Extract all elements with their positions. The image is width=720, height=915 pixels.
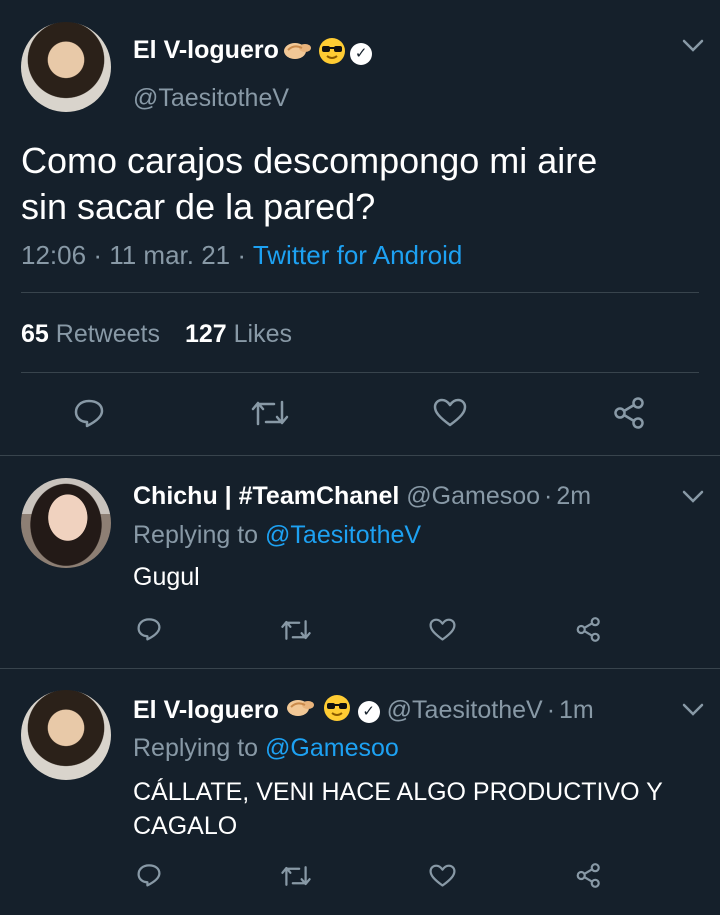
pinching-hand-emoji [283, 39, 313, 68]
author-avatar[interactable] [21, 690, 111, 780]
sunglasses-emoji [318, 37, 346, 70]
like-icon[interactable] [429, 864, 456, 888]
divider [21, 292, 699, 293]
retweets-label: Retweets [55, 320, 160, 348]
tweet-source-link[interactable]: Twitter for Android [253, 240, 463, 270]
tweet-time: 12:06 [21, 240, 87, 270]
separator: · [93, 240, 102, 270]
likes-label: Likes [233, 320, 292, 348]
retweet-icon[interactable] [280, 618, 312, 642]
author-avatar[interactable] [21, 478, 111, 568]
reply-text: CÁLLATE, VENI HACE ALGO PRODUCTIVO Y CAG… [133, 775, 663, 843]
separator: · [237, 240, 247, 270]
chevron-down-icon[interactable] [681, 702, 705, 718]
replying-to-link[interactable]: @TaesitotheV [265, 521, 421, 549]
reply-time: 1m [559, 696, 594, 725]
tweet-text-line: sin sacar de la pared? [21, 186, 376, 227]
replying-label: Replying to [133, 734, 259, 762]
reply-icon[interactable] [136, 863, 162, 887]
author-name[interactable]: El V-loguero [133, 696, 279, 724]
likes-stat[interactable]: 127 Likes [185, 320, 292, 348]
author-name[interactable]: El V-loguero [133, 36, 279, 64]
pinching-hand-emoji [286, 696, 316, 727]
sunglasses-emoji [323, 694, 351, 729]
retweets-stat[interactable]: 65 Retweets [21, 320, 167, 348]
divider [21, 372, 699, 373]
divider [0, 455, 720, 456]
author-name-row: El V-loguero ✓ [133, 36, 373, 70]
author-handle[interactable]: @TaesitotheV [133, 84, 289, 113]
reply-text-line: CÁLLATE, VENI HACE ALGO PRODUCTIVO Y [133, 778, 663, 806]
replying-to: Replying to @TaesitotheV [133, 521, 421, 550]
separator: · [544, 482, 553, 510]
divider [0, 668, 720, 669]
share-icon[interactable] [575, 616, 603, 643]
reply-icon[interactable] [136, 617, 162, 641]
author-name-row: El V-loguero ✓ @TaesitotheV · 1m [133, 694, 594, 726]
tweet-stats: 65 Retweets 127 Likes [21, 320, 292, 349]
chevron-down-icon[interactable] [681, 38, 705, 54]
retweet-icon[interactable] [250, 398, 290, 428]
author-avatar[interactable] [21, 22, 111, 112]
tweet-meta: 12:06 · 11 mar. 21 · Twitter for Android [21, 240, 462, 271]
verified-badge-icon: ✓ [357, 700, 380, 723]
reply-time: 2m [556, 482, 592, 510]
author-handle[interactable]: @TaesitotheV [387, 696, 543, 724]
share-icon[interactable] [575, 862, 603, 889]
tweet-date: 11 mar. 21 [109, 240, 231, 270]
like-icon[interactable] [433, 398, 467, 428]
separator: · [546, 696, 556, 725]
reply-text: Gugul [133, 563, 200, 591]
replying-to: Replying to @Gamesoo [133, 734, 399, 763]
likes-count: 127 [184, 320, 227, 348]
author-name-row: Chichu | #TeamChanel @Gamesoo · 2m [133, 482, 591, 511]
replying-to-link[interactable]: @Gamesoo [265, 734, 399, 762]
author-name[interactable]: Chichu | #TeamChanel [133, 482, 399, 510]
replying-label: Replying to [133, 521, 259, 549]
author-handle[interactable]: @Gamesoo [406, 482, 540, 510]
reply-text-line: CAGALO [133, 812, 238, 840]
share-icon[interactable] [612, 396, 648, 430]
verified-badge-icon: ✓ [350, 42, 373, 65]
tweet-text: Como carajos descompongo mi aire sin sac… [21, 138, 597, 230]
retweet-icon[interactable] [280, 864, 312, 888]
retweets-count: 65 [21, 320, 49, 348]
reply-icon[interactable] [73, 398, 105, 428]
like-icon[interactable] [429, 618, 456, 642]
tweet-text-line: Como carajos descompongo mi aire [21, 140, 598, 181]
chevron-down-icon[interactable] [681, 489, 705, 505]
